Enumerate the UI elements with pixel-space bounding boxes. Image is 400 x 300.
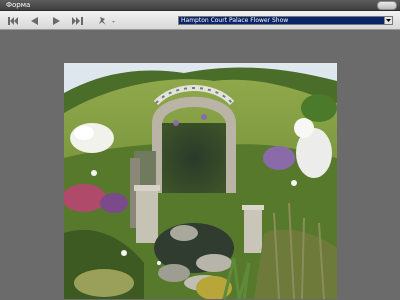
title-bar: Форма <box>0 0 400 11</box>
last-frame-button[interactable] <box>70 14 84 27</box>
app-window: Форма Hampton Court Palace Flower Show <box>0 0 400 300</box>
pin-button[interactable] <box>96 14 118 27</box>
album-select[interactable]: Hampton Court Palace Flower Show <box>178 16 393 25</box>
next-icon <box>52 16 60 25</box>
chevron-down-icon[interactable] <box>384 17 392 24</box>
next-button[interactable] <box>49 14 63 27</box>
first-frame-icon <box>7 16 19 25</box>
previous-button[interactable] <box>28 14 42 27</box>
previous-icon <box>31 16 39 25</box>
viewer-area <box>0 31 400 300</box>
album-select-value: Hampton Court Palace Flower Show <box>179 17 384 24</box>
pin-icon <box>98 16 116 26</box>
last-frame-icon <box>71 16 83 25</box>
garden-arch-photo <box>64 63 337 299</box>
window-title: Форма <box>6 1 31 9</box>
close-button[interactable] <box>377 1 397 10</box>
first-frame-button[interactable] <box>6 14 20 27</box>
